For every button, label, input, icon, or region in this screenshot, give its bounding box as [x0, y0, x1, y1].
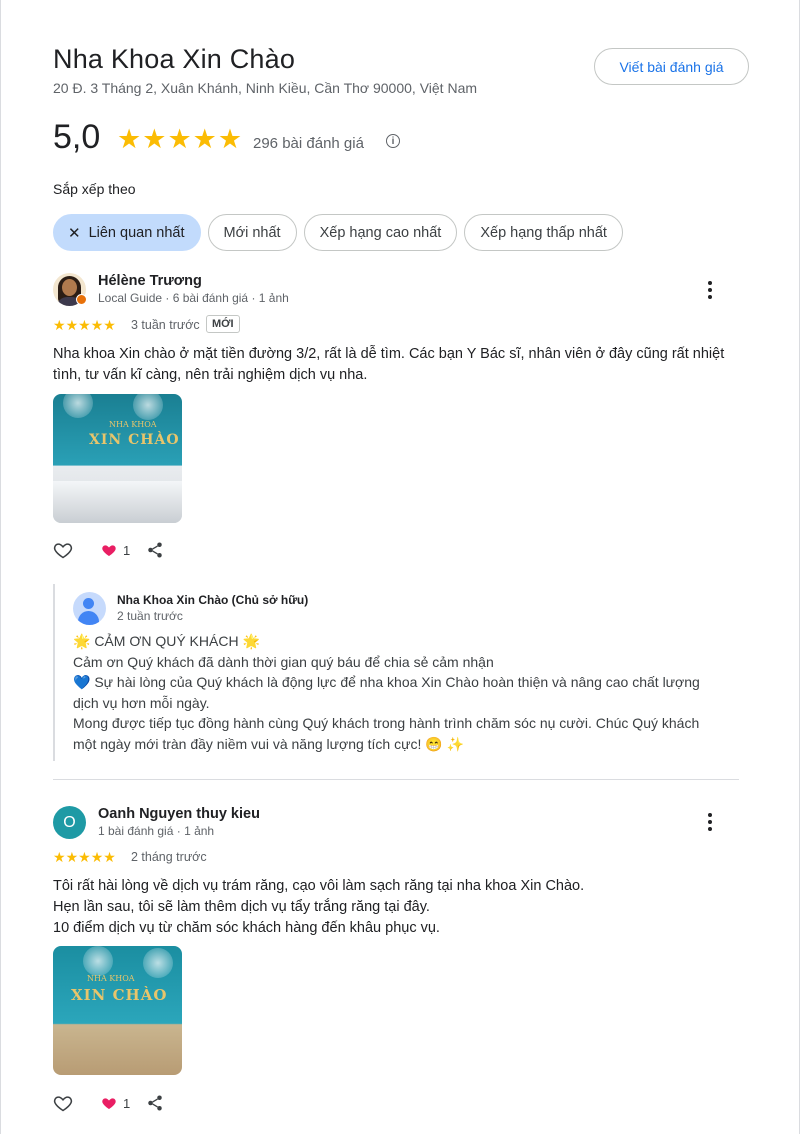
- sort-chip-label: Xếp hạng cao nhất: [319, 224, 442, 241]
- owner-reply-line: dịch vụ hơn mỗi ngày.: [73, 694, 210, 711]
- place-address: 20 Đ. 3 Tháng 2, Xuân Khánh, Ninh Kiều, …: [53, 80, 478, 96]
- sort-chip-highest[interactable]: Xếp hạng cao nhất: [303, 214, 458, 251]
- reviewer-meta[interactable]: 1 bài đánh giá · 1 ảnh: [98, 824, 214, 838]
- more-options-icon[interactable]: [707, 813, 713, 831]
- review-text-line: Hẹn lần sau, tôi sẽ làm thêm dịch vụ tẩy…: [53, 899, 430, 915]
- owner-reply-line: một ngày mới tràn đầy niềm vui và năng l…: [73, 735, 465, 752]
- owner-name: Nha Khoa Xin Chào (Chủ sở hữu): [117, 593, 309, 607]
- like-count: 1: [123, 542, 131, 558]
- sort-chip-newest[interactable]: Mới nhất: [207, 214, 297, 251]
- average-rating: 5,0: [53, 118, 101, 156]
- star-icon: ★: [65, 317, 79, 333]
- reviewer-name[interactable]: Oanh Nguyen thuy kieu: [98, 806, 260, 822]
- sort-chip-lowest[interactable]: Xếp hạng thấp nhất: [464, 214, 623, 251]
- star-icon: ★: [78, 317, 91, 333]
- star-icon: ★: [90, 317, 104, 333]
- review-photo[interactable]: NHA KHOA XIN CHÀO: [53, 394, 182, 523]
- star-icon: ★: [103, 849, 116, 865]
- share-icon[interactable]: [146, 1094, 164, 1112]
- star-icon: ★: [142, 124, 167, 154]
- review-text-line: 10 điểm dịch vụ từ chăm sóc khách hàng đ…: [53, 920, 440, 936]
- like-heart-icon[interactable]: [53, 1093, 73, 1113]
- new-badge: MỚI: [206, 315, 240, 333]
- star-icon: ★: [167, 124, 192, 154]
- sort-chip-label: Liên quan nhất: [88, 224, 185, 241]
- write-review-button[interactable]: Viết bài đánh giá: [594, 48, 749, 85]
- photo-sign-small: NHA KHOA: [87, 974, 135, 983]
- owner-reply-line: Mong được tiếp tục đồng hành cùng Quý kh…: [73, 715, 700, 731]
- owner-avatar: [73, 592, 106, 625]
- star-icon: ★: [53, 849, 66, 865]
- owner-reply-line: 💙 Sự hài lòng của Quý khách là động lực …: [73, 674, 700, 690]
- owner-reply-text: 🌟 CẢM ƠN QUÝ KHÁCH 🌟 Cảm ơn Quý khách đã…: [73, 631, 700, 754]
- photo-sign: XIN CHÀO: [89, 432, 180, 448]
- review-actions: 1: [53, 1093, 164, 1113]
- star-icon: ★: [217, 124, 243, 154]
- owner-reply-line: Cảm ơn Quý khách đã dành thời gian quý b…: [73, 653, 494, 670]
- star-icon: ★: [65, 849, 79, 865]
- star-icon: ★: [103, 317, 116, 333]
- average-rating-stars: ★ ★ ★ ★ ★: [117, 124, 242, 154]
- review-count: 296 bài đánh giá: [253, 135, 364, 152]
- review-text-line: Tôi rất hài lòng về dịch vụ trám răng, c…: [53, 878, 585, 894]
- photo-sign-small: NHA KHOA: [109, 420, 157, 429]
- review-stars: ★ ★ ★ ★ ★: [53, 850, 116, 864]
- review-text: Nha khoa Xin chào ở mặt tiền đường 3/2, …: [53, 344, 724, 386]
- star-icon: ★: [117, 124, 142, 154]
- review-text: Tôi rất hài lòng về dịch vụ trám răng, c…: [53, 876, 584, 939]
- reaction-heart-icon: [102, 545, 116, 556]
- more-options-icon[interactable]: [707, 281, 713, 299]
- owner-reply: Nha Khoa Xin Chào (Chủ sở hữu) 2 tuần tr…: [53, 584, 743, 761]
- local-guide-badge-icon: [76, 294, 87, 305]
- like-count: 1: [123, 1095, 131, 1111]
- star-icon: ★: [192, 124, 217, 154]
- reviewer-name[interactable]: Hélène Trương: [98, 273, 202, 289]
- review-time: 3 tuần trước: [131, 318, 200, 332]
- star-icon: ★: [90, 849, 104, 865]
- review-time: 2 tháng trước: [131, 850, 207, 864]
- star-icon: ★: [53, 317, 66, 333]
- owner-reply-time: 2 tuần trước: [117, 609, 183, 623]
- review-divider: [53, 779, 739, 780]
- sort-chip-relevant[interactable]: ✕ Liên quan nhất: [53, 214, 201, 251]
- reviewer-meta[interactable]: Local Guide · 6 bài đánh giá · 1 ảnh: [98, 291, 289, 305]
- review-stars: ★ ★ ★ ★ ★: [53, 318, 116, 332]
- photo-sign: XIN CHÀO: [71, 986, 168, 1004]
- reaction-heart-icon: [102, 1098, 116, 1109]
- sort-chip-label: Xếp hạng thấp nhất: [480, 224, 607, 241]
- sort-chips: ✕ Liên quan nhất Mới nhất Xếp hạng cao n…: [53, 214, 623, 251]
- like-heart-icon[interactable]: [53, 540, 73, 560]
- review-photo[interactable]: NHA KHOA XIN CHÀO: [53, 946, 182, 1075]
- review-text-line: Nha khoa Xin chào ở mặt tiền đường 3/2, …: [53, 346, 725, 362]
- reviewer-avatar[interactable]: O: [53, 806, 86, 839]
- place-title: Nha Khoa Xin Chào: [53, 44, 296, 74]
- sort-chip-label: Mới nhất: [223, 224, 281, 241]
- share-icon[interactable]: [146, 541, 164, 559]
- info-icon[interactable]: i: [386, 134, 400, 148]
- owner-reply-line: 🌟 CẢM ƠN QUÝ KHÁCH 🌟: [73, 633, 260, 649]
- review-text-line: tình, tư vấn kĩ càng, nên trải nghiệm dị…: [53, 367, 368, 383]
- star-icon: ★: [78, 849, 91, 865]
- close-icon: ✕: [68, 224, 81, 242]
- sort-label: Sắp xếp theo: [53, 181, 136, 197]
- review-actions: 1: [53, 540, 164, 560]
